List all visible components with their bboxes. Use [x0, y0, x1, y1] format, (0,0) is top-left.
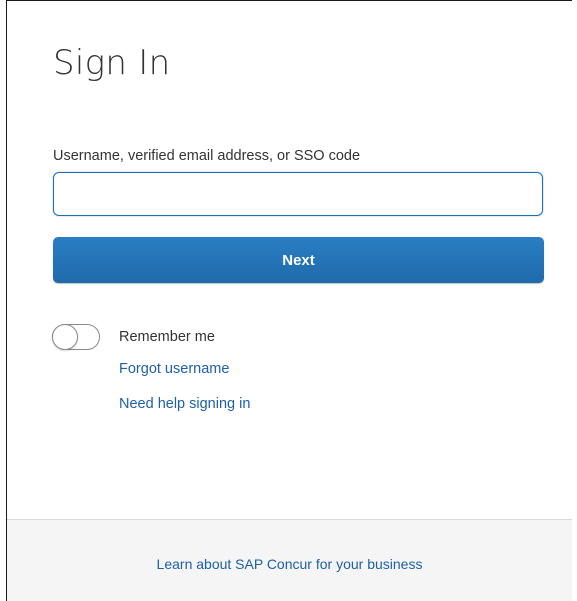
toggle-knob: [52, 324, 78, 350]
remember-me-toggle[interactable]: [52, 324, 100, 350]
need-help-link[interactable]: Need help signing in: [119, 396, 250, 412]
page-title: Sign In: [53, 43, 171, 83]
username-field-wrapper: [53, 172, 543, 216]
signin-main: Sign In Username, verified email address…: [7, 1, 572, 519]
learn-about-sap-concur-link[interactable]: Learn about SAP Concur for your business: [7, 556, 572, 572]
username-input[interactable]: [53, 172, 543, 216]
remember-me-label: Remember me: [119, 329, 215, 345]
remember-me-row: Remember me: [52, 322, 215, 352]
next-button[interactable]: Next: [53, 237, 544, 283]
signin-panel: Sign In Username, verified email address…: [6, 0, 572, 601]
username-label: Username, verified email address, or SSO…: [53, 148, 361, 164]
forgot-username-link[interactable]: Forgot username: [119, 361, 229, 377]
footer: Learn about SAP Concur for your business: [7, 519, 572, 601]
